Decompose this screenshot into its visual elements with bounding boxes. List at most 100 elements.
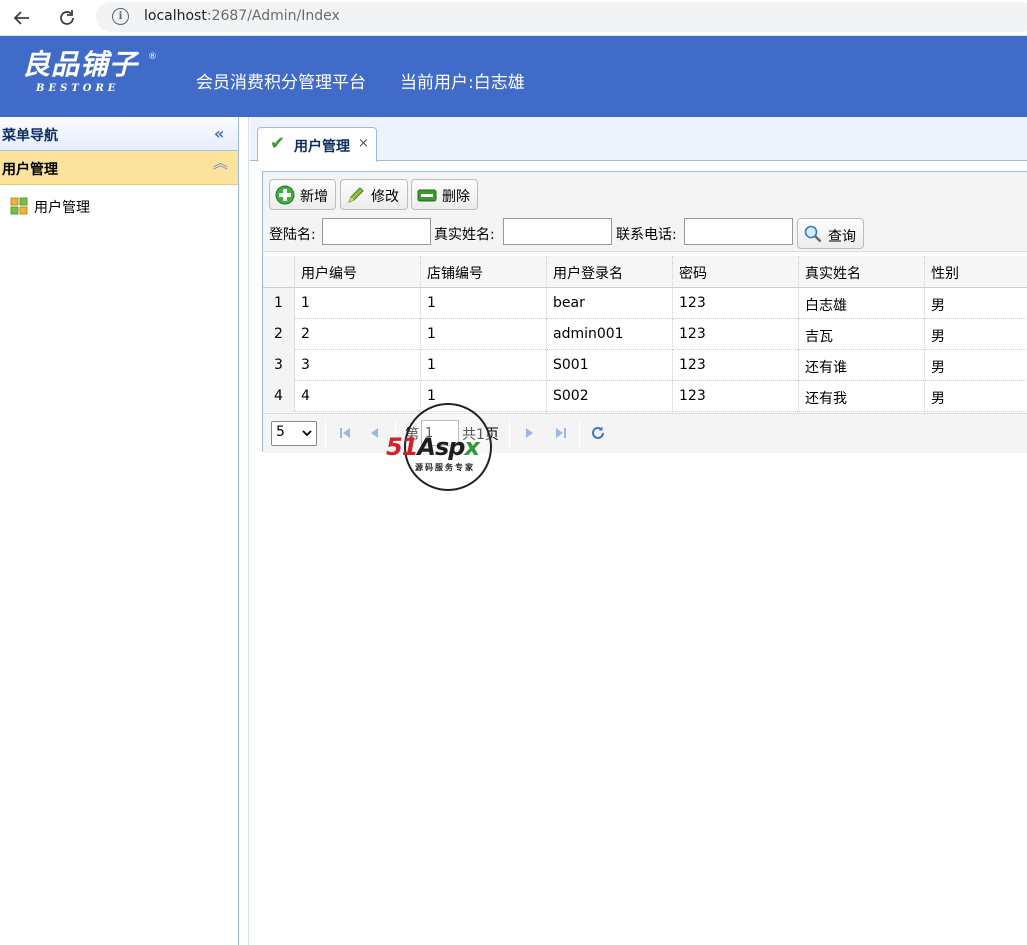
- table-row[interactable]: 2 2 1 admin001 123 吉瓦 男: [263, 319, 1027, 350]
- close-icon[interactable]: ×: [358, 136, 369, 151]
- chevron-up-double-icon[interactable]: ︽: [213, 156, 228, 171]
- query-button[interactable]: 查询: [797, 218, 864, 249]
- table-cell: 3: [295, 350, 421, 381]
- delete-button[interactable]: 删除: [411, 179, 478, 210]
- first-page-icon[interactable]: [337, 425, 353, 441]
- brand-logo: 良品铺子 ® BESTORE: [22, 48, 162, 104]
- last-page-icon[interactable]: [553, 425, 569, 441]
- minus-icon: [417, 189, 437, 202]
- table-cell: bear: [547, 288, 673, 319]
- edit-button-label: 修改: [371, 189, 399, 205]
- watermark-part-51: 51: [386, 433, 418, 461]
- sidebar-header: 菜单导航 «: [0, 117, 238, 151]
- collapse-left-icon[interactable]: «: [214, 126, 224, 142]
- info-icon[interactable]: i: [112, 8, 129, 25]
- column-header[interactable]: 真实姓名: [799, 256, 925, 288]
- table-row[interactable]: 4 4 1 S002 123 还有我 男: [263, 381, 1027, 412]
- back-button[interactable]: [8, 4, 36, 32]
- logo-main-text: 良品铺子: [22, 48, 139, 81]
- arrow-left-icon: [13, 11, 29, 25]
- table-row[interactable]: 1 1 1 bear 123 白志雄 男: [263, 288, 1027, 319]
- column-header[interactable]: 用户登录名: [547, 256, 673, 288]
- phone-label: 联系电话:: [616, 227, 677, 243]
- user-grid-panel: 新增 修改 删除 登陆名: 真实姓名: 联系电话: 查询 用户编号 店铺编号 用…: [262, 171, 1027, 453]
- current-user: 当前用户:白志雄: [400, 73, 525, 93]
- search-icon: [804, 225, 822, 243]
- column-header[interactable]: 店铺编号: [421, 256, 547, 288]
- reload-icon: [60, 10, 74, 25]
- next-page-icon[interactable]: [521, 425, 537, 441]
- table-cell: S001: [547, 350, 673, 381]
- query-button-label: 查询: [828, 229, 856, 245]
- layout-splitter[interactable]: [242, 117, 249, 945]
- table-cell: 吉瓦: [799, 319, 925, 350]
- pager-separator: [325, 420, 326, 448]
- address-bar[interactable]: i localhost:2687/Admin/Index: [96, 2, 1027, 32]
- pager-separator: [579, 420, 580, 448]
- table-cell: 1: [295, 288, 421, 319]
- sidebar-group-user-management[interactable]: 用户管理 ︽: [0, 151, 238, 185]
- column-header[interactable]: 用户编号: [295, 256, 421, 288]
- table-cell: 1: [421, 288, 547, 319]
- column-header[interactable]: 密码: [673, 256, 799, 288]
- table-cell: 2: [295, 319, 421, 350]
- watermark-text: 51Aspx: [386, 433, 512, 461]
- table-cell: 男: [931, 360, 945, 376]
- tab-strip: ✔ 用户管理 ×: [250, 117, 1027, 162]
- table-cell: 男: [931, 391, 945, 407]
- row-number: 4: [263, 381, 295, 412]
- add-button[interactable]: 新增: [269, 179, 336, 210]
- grid-pager: 5 第 共1页: [263, 413, 1027, 453]
- table-cell: 白志雄: [799, 288, 925, 319]
- table-cell: 1: [421, 350, 547, 381]
- real-name-label: 真实姓名:: [434, 227, 495, 243]
- platform-title: 会员消费积分管理平台: [196, 73, 366, 93]
- table-cell: 123: [673, 288, 799, 319]
- pencil-icon: [348, 187, 364, 203]
- row-number: 2: [263, 319, 295, 350]
- table-row[interactable]: 3 3 1 S001 123 还有谁 男: [263, 350, 1027, 381]
- watermark-subtitle: 源码服务专家: [415, 463, 475, 472]
- url-text[interactable]: localhost:2687/Admin/Index: [144, 8, 340, 24]
- login-name-input[interactable]: [322, 218, 431, 245]
- real-name-input[interactable]: [503, 218, 612, 245]
- sidebar-title: 菜单导航: [2, 128, 58, 144]
- column-header[interactable]: 性别: [925, 256, 1027, 288]
- table-cell: 1: [421, 319, 547, 350]
- table-cell: 123: [673, 350, 799, 381]
- tab-label: 用户管理: [294, 139, 350, 155]
- grid-toolbar: 新增 修改 删除 登陆名: 真实姓名: 联系电话: 查询: [263, 172, 1027, 252]
- delete-button-label: 删除: [442, 189, 470, 205]
- refresh-icon[interactable]: [590, 425, 606, 441]
- watermark-part-x: x: [464, 433, 480, 461]
- row-number-header: [263, 256, 295, 288]
- page-size-select[interactable]: 5: [271, 421, 317, 446]
- tab-user-management[interactable]: ✔ 用户管理 ×: [257, 127, 377, 162]
- table-cell: 还有谁: [799, 350, 925, 381]
- watermark-logo: 51Aspx 源码服务专家: [386, 403, 512, 493]
- row-number: 3: [263, 350, 295, 381]
- table-cell: 123: [673, 381, 799, 412]
- sidebar: 菜单导航 « 用户管理 ︽ 用户管理: [0, 117, 239, 945]
- table-cell: admin001: [547, 319, 673, 350]
- prev-page-icon[interactable]: [367, 425, 383, 441]
- table-cell: S002: [547, 381, 673, 412]
- edit-button[interactable]: 修改: [340, 179, 408, 210]
- table-cell: 男: [931, 329, 945, 345]
- reload-button[interactable]: [53, 4, 81, 32]
- watermark-part-asp: Asp: [417, 433, 465, 461]
- url-host: localhost: [144, 8, 207, 24]
- table-header: 用户编号 店铺编号 用户登录名 密码 真实姓名 性别: [263, 256, 1027, 288]
- grid-app-icon: [10, 197, 28, 215]
- page-size-value: 5: [276, 424, 285, 440]
- table-cell: 123: [673, 319, 799, 350]
- sidebar-item-user-management[interactable]: 用户管理: [8, 195, 228, 217]
- chevron-down-icon: [302, 430, 312, 437]
- login-name-label: 登陆名:: [269, 227, 316, 243]
- check-icon: ✔: [270, 133, 286, 154]
- phone-input[interactable]: [684, 218, 793, 245]
- table-cell: 还有我: [799, 381, 925, 412]
- add-button-label: 新增: [300, 189, 328, 205]
- sidebar-item-label: 用户管理: [34, 200, 90, 216]
- row-number: 1: [263, 288, 295, 319]
